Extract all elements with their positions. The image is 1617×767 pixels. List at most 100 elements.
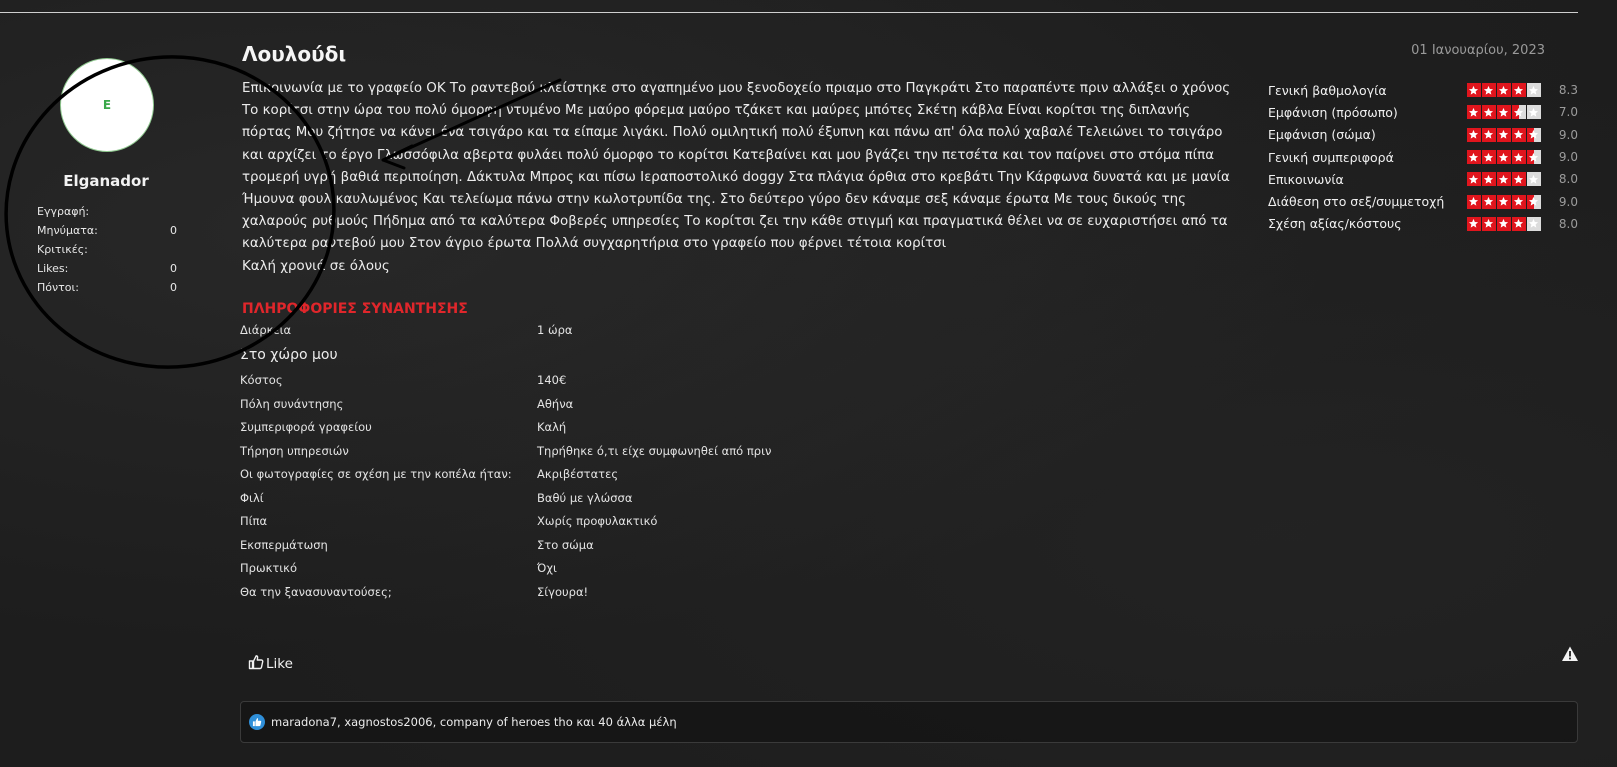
stat-row-registered: Εγγραφή: bbox=[37, 202, 177, 221]
stat-label: Κριτικές: bbox=[37, 243, 88, 256]
rating-label: Εμφάνιση (σώμα) bbox=[1268, 127, 1376, 143]
rating-row: Εμφάνιση (σώμα) 9.0 bbox=[1268, 124, 1578, 146]
star-icon bbox=[1496, 150, 1511, 165]
rating-row: Γενική συμπεριφορά 9.0 bbox=[1268, 146, 1578, 168]
info-label: Πόλη συνάντησης bbox=[240, 396, 344, 411]
star-icon bbox=[1511, 172, 1526, 187]
meeting-info-table: Διάρκεια 1 ώρα Στο χώρο μου Κόστος 140€ … bbox=[240, 318, 940, 604]
rating-label: Εμφάνιση (πρόσωπο) bbox=[1268, 104, 1398, 120]
rating-stars bbox=[1466, 172, 1541, 187]
ratings-panel: Γενική βαθμολογία 8.3 Εμφάνιση (πρόσωπο) 7.… bbox=[1268, 79, 1578, 235]
like-badge-icon bbox=[249, 714, 265, 730]
likes-summary-bar: maradona7, xagnostos2006, company of her… bbox=[240, 701, 1578, 743]
info-value: Ακριβέστατες bbox=[537, 467, 619, 482]
info-row: Κόστος 140€ bbox=[240, 369, 940, 393]
rating-score: 8.0 bbox=[1558, 216, 1578, 231]
star-icon bbox=[1496, 127, 1511, 142]
info-value: Στο σώμα bbox=[537, 537, 594, 552]
rating-row: Διάθεση στο σεξ/συμμετοχή 9.0 bbox=[1268, 190, 1578, 212]
stat-value: 0 bbox=[170, 281, 177, 294]
warning-icon[interactable] bbox=[1561, 645, 1579, 663]
star-icon bbox=[1466, 194, 1481, 209]
info-value: Καλή bbox=[537, 420, 567, 435]
like-button[interactable]: Like bbox=[248, 654, 293, 674]
username[interactable]: Elganador bbox=[0, 172, 212, 190]
info-row: Θα την ξανασυναντούσες; Σίγουρα! bbox=[240, 580, 940, 604]
location-heading: Στο χώρο μου bbox=[240, 347, 338, 363]
star-icon bbox=[1496, 105, 1511, 120]
info-label: Εκσπερμάτωση bbox=[240, 537, 328, 552]
info-row: Συμπεριφορά γραφείου Καλή bbox=[240, 416, 940, 440]
info-value: 140€ bbox=[537, 373, 567, 388]
rating-score: 7.0 bbox=[1558, 105, 1578, 120]
rating-label: Γενική συμπεριφορά bbox=[1268, 149, 1394, 165]
user-stats: Εγγραφή: Μηνύματα: 0 Κριτικές: Likes: 0 … bbox=[37, 202, 177, 297]
info-label: Πίπα bbox=[240, 514, 268, 529]
info-value: Αθήνα bbox=[537, 396, 574, 411]
star-icon bbox=[1526, 150, 1541, 165]
rating-label: Σχέση αξίας/κόστους bbox=[1268, 216, 1402, 232]
rating-row: Επικοινωνία 8.0 bbox=[1268, 168, 1578, 190]
stat-row-messages: Μηνύματα: 0 bbox=[37, 221, 177, 240]
star-icon bbox=[1481, 216, 1496, 231]
stat-row-points: Πόντοι: 0 bbox=[37, 278, 177, 297]
stat-label: Πόντοι: bbox=[37, 281, 79, 294]
rating-score: 9.0 bbox=[1558, 194, 1578, 209]
star-icon bbox=[1526, 105, 1541, 120]
rating-row: Σχέση αξίας/κόστους 8.0 bbox=[1268, 213, 1578, 235]
star-icon bbox=[1511, 127, 1526, 142]
top-divider bbox=[0, 12, 1578, 13]
info-row: Πόλη συνάντησης Αθήνα bbox=[240, 392, 940, 416]
stat-label: Μηνύματα: bbox=[37, 224, 98, 237]
rating-score: 8.3 bbox=[1558, 83, 1578, 98]
star-icon bbox=[1466, 216, 1481, 231]
rating-stars bbox=[1466, 150, 1541, 165]
rating-score: 9.0 bbox=[1558, 127, 1578, 142]
rating-stars bbox=[1466, 83, 1541, 98]
rating-row: Γενική βαθμολογία 8.3 bbox=[1268, 79, 1578, 101]
rating-label: Γενική βαθμολογία bbox=[1268, 82, 1387, 98]
star-icon bbox=[1526, 127, 1541, 142]
review-body-text: Επικοινωνία με το γραφείο ΟΚ Το ραντεβού… bbox=[242, 81, 1231, 252]
stat-row-reviews: Κριτικές: bbox=[37, 240, 177, 259]
review-title: Λουλούδι bbox=[242, 42, 347, 66]
info-value: Τηρήθηκε ό,τι είχε συμφωνηθεί από πριν bbox=[537, 443, 772, 458]
stat-value: 0 bbox=[170, 262, 177, 275]
rating-stars bbox=[1466, 127, 1541, 142]
star-icon bbox=[1526, 83, 1541, 98]
like-label: Like bbox=[266, 656, 293, 672]
star-icon bbox=[1466, 172, 1481, 187]
rating-stars bbox=[1466, 216, 1541, 231]
star-icon bbox=[1511, 216, 1526, 231]
rating-label: Επικοινωνία bbox=[1268, 171, 1344, 187]
stat-label: Likes: bbox=[37, 262, 69, 275]
star-icon bbox=[1511, 150, 1526, 165]
likes-summary-text[interactable]: maradona7, xagnostos2006, company of her… bbox=[271, 715, 677, 729]
review-closing: Καλή χρονιά σε όλους bbox=[242, 258, 390, 274]
info-row: Εκσπερμάτωση Στο σώμα bbox=[240, 533, 940, 557]
star-icon bbox=[1526, 194, 1541, 209]
info-value: Όχι bbox=[537, 561, 557, 576]
meeting-section-title: ΠΛΗΡΟΦΟΡΙΕΣ ΣΥΝΑΝΤΗΣΗΣ bbox=[242, 301, 468, 317]
star-icon bbox=[1466, 105, 1481, 120]
rating-stars bbox=[1466, 105, 1541, 120]
info-label: Φιλί bbox=[240, 490, 264, 505]
star-icon bbox=[1496, 216, 1511, 231]
info-value: Χωρίς προφυλακτικό bbox=[537, 514, 658, 529]
info-value: Σίγουρα! bbox=[537, 584, 589, 599]
star-icon bbox=[1496, 83, 1511, 98]
star-icon bbox=[1511, 83, 1526, 98]
user-avatar[interactable]: E bbox=[60, 58, 154, 152]
review-date: 01 Ιανουαρίου, 2023 bbox=[1411, 43, 1545, 58]
star-icon bbox=[1511, 194, 1526, 209]
star-icon bbox=[1526, 216, 1541, 231]
info-label: Διάρκεια bbox=[240, 322, 292, 337]
star-icon bbox=[1481, 150, 1496, 165]
rating-score: 9.0 bbox=[1558, 150, 1578, 165]
star-icon bbox=[1481, 127, 1496, 142]
info-row: Τήρηση υπηρεσιών Τηρήθηκε ό,τι είχε συμφ… bbox=[240, 439, 940, 463]
info-row: Οι φωτογραφίες σε σχέση με την κοπέλα ήτ… bbox=[240, 463, 940, 487]
rating-row: Εμφάνιση (πρόσωπο) 7.0 bbox=[1268, 101, 1578, 123]
info-value: Βαθύ με γλώσσα bbox=[537, 490, 633, 505]
star-icon bbox=[1466, 127, 1481, 142]
